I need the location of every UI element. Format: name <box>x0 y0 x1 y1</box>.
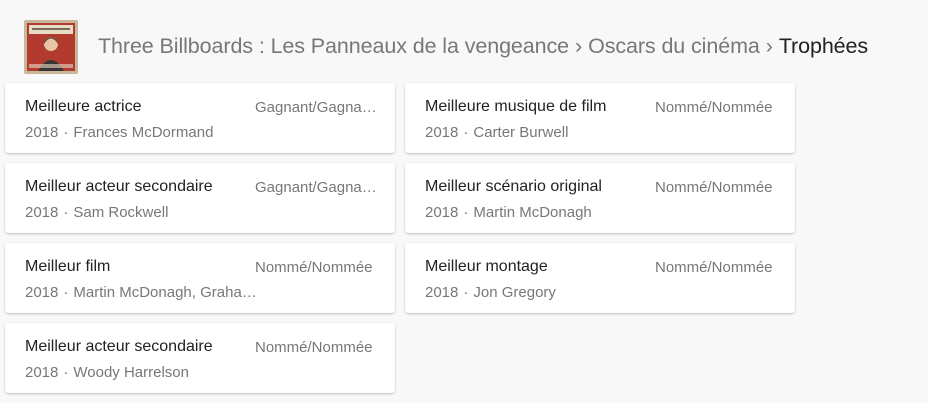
award-category: Meilleur acteur secondaire <box>25 338 213 355</box>
award-category: Meilleur acteur secondaire <box>25 178 213 195</box>
award-year: 2018 <box>25 284 59 301</box>
meta-separator: · <box>463 124 469 141</box>
breadcrumb-current: Trophées <box>778 34 869 58</box>
award-meta: 2018 · Woody Harrelson <box>25 364 263 381</box>
award-person: Martin McDonagh <box>473 204 592 221</box>
award-person: Martin McDonagh, Graham Broadbent, Pete … <box>73 284 263 301</box>
breadcrumb-separator: › <box>765 34 773 58</box>
breadcrumb-film-link[interactable]: Three Billboards : Les Panneaux de la ve… <box>98 34 569 58</box>
award-card[interactable]: Meilleur montage Nommé/Nommée 2018 · Jon G… <box>405 243 795 313</box>
meta-separator: · <box>463 284 469 301</box>
award-meta: 2018 · Carter Burwell <box>425 124 663 141</box>
breadcrumb-separator: › <box>575 34 583 58</box>
award-card[interactable]: Meilleur film Nommé/Nommée 2018 · Martin M… <box>5 243 395 313</box>
meta-separator: · <box>63 124 69 141</box>
meta-separator: · <box>463 204 469 221</box>
meta-separator: · <box>63 284 69 301</box>
award-person: Woody Harrelson <box>73 364 189 381</box>
award-meta: 2018 · Martin McDonagh <box>425 204 663 221</box>
breadcrumb-section-link[interactable]: Oscars du cinéma <box>588 34 760 58</box>
award-result: Nommé/Nommée <box>655 179 773 196</box>
award-person: Jon Gregory <box>473 284 556 301</box>
award-year: 2018 <box>425 204 459 221</box>
award-year: 2018 <box>25 124 59 141</box>
award-meta: 2018 · Jon Gregory <box>425 284 663 301</box>
meta-separator: · <box>63 204 69 221</box>
award-result: Nommé/Nommée <box>255 339 373 356</box>
award-category: Meilleure actrice <box>25 98 142 115</box>
award-card[interactable]: Meilleur acteur secondaire Nommé/Nommée … <box>5 323 395 393</box>
meta-separator: · <box>63 364 69 381</box>
award-result: Nommé/Nommée <box>655 99 773 116</box>
award-person: Frances McDormand <box>73 124 214 141</box>
award-category: Meilleure musique de film <box>425 98 607 115</box>
award-category: Meilleur montage <box>425 258 548 275</box>
award-meta: 2018·Martin McDonagh, Graham Broadbent, … <box>25 284 263 301</box>
award-year: 2018 <box>25 204 59 221</box>
award-year: 2018 <box>425 124 459 141</box>
award-person: Carter Burwell <box>473 124 569 141</box>
award-person: Sam Rockwell <box>73 204 169 221</box>
award-result: Nommé/Nommée <box>255 259 373 276</box>
movie-poster-thumbnail[interactable] <box>24 20 78 74</box>
award-card[interactable]: Meilleure musique de film Nommé/Nommée 2… <box>405 83 795 153</box>
award-year: 2018 <box>425 284 459 301</box>
award-result: Gagnant/Gagnante <box>255 179 377 196</box>
award-result: Gagnant/Gagnante <box>255 99 377 116</box>
award-category: Meilleur scénario original <box>425 178 602 195</box>
award-card[interactable]: Meilleur scénario original Nommé/Nommée … <box>405 163 795 233</box>
award-year: 2018 <box>25 364 59 381</box>
award-category: Meilleur film <box>25 258 111 275</box>
award-meta: 2018 · Sam Rockwell <box>25 204 263 221</box>
award-card[interactable]: Meilleure actrice Gagnant/Gagnante 2018 ·… <box>5 83 395 153</box>
award-meta: 2018 · Frances McDormand <box>25 124 263 141</box>
award-result: Nommé/Nommée <box>655 259 773 276</box>
breadcrumb: Three Billboards : Les Panneaux de la ve… <box>98 34 868 59</box>
page-header: Three Billboards : Les Panneaux de la ve… <box>0 0 928 80</box>
award-card[interactable]: Meilleur acteur secondaire Gagnant/Gagna… <box>5 163 395 233</box>
